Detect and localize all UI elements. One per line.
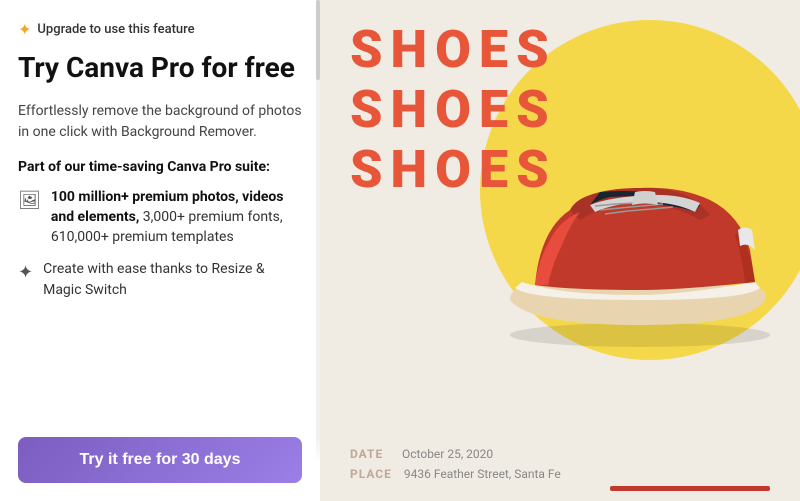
bottom-decorative-line (610, 486, 770, 491)
feature-list: 🖼 100 million+ premium photos, videos an… (18, 187, 302, 300)
feature-item: ✦ Create with ease thanks to Resize & Ma… (18, 259, 302, 300)
cta-button[interactable]: Try it free for 30 days (18, 437, 302, 483)
place-label: PLACE (350, 467, 392, 481)
date-label: DATE (350, 447, 390, 461)
feature-text-1: 100 million+ premium photos, videos and … (51, 187, 302, 248)
upgrade-badge-text: Upgrade to use this feature (37, 22, 194, 37)
feature-item: 🖼 100 million+ premium photos, videos an… (18, 187, 302, 248)
left-bottom: Try it free for 30 days (0, 437, 320, 501)
magic-icon: ✦ (18, 260, 33, 286)
image-icon: 🖼 (18, 188, 41, 214)
shoes-line-1: SHOES (350, 20, 557, 80)
left-panel: ✦ Upgrade to use this feature Try Canva … (0, 0, 320, 501)
date-row: DATE October 25, 2020 (350, 447, 561, 461)
suite-label: Part of our time-saving Canva Pro suite: (18, 159, 302, 175)
bottom-info: DATE October 25, 2020 PLACE 9436 Feather… (350, 447, 561, 481)
upgrade-badge: ✦ Upgrade to use this feature (18, 20, 302, 39)
sneaker-image (480, 130, 790, 350)
description: Effortlessly remove the background of ph… (18, 101, 302, 143)
feature-text-2: Create with ease thanks to Resize & Magi… (43, 259, 302, 300)
date-value: October 25, 2020 (402, 447, 493, 461)
place-value: 9436 Feather Street, Santa Fe (404, 467, 561, 481)
place-row: PLACE 9436 Feather Street, Santa Fe (350, 467, 561, 481)
right-panel: SHOES SHOES SHOES (320, 0, 800, 501)
headline: Try Canva Pro for free (18, 51, 302, 85)
star-icon: ✦ (18, 20, 31, 39)
